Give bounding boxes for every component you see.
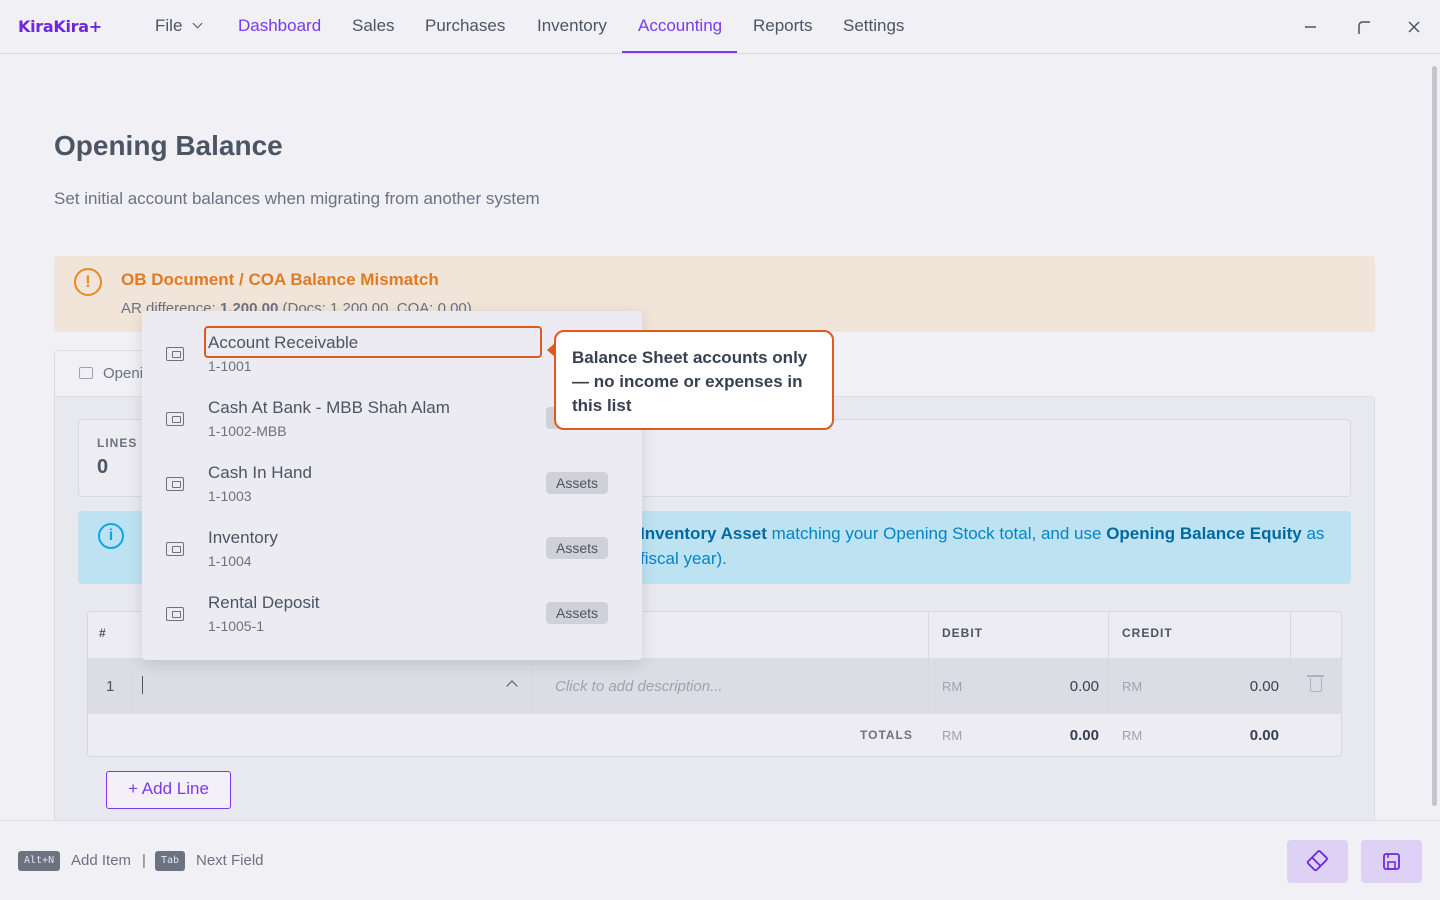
column-divider: [1108, 658, 1109, 714]
minimize-button[interactable]: [1300, 16, 1322, 38]
info-bold-2: Opening Balance Equity: [1106, 524, 1302, 543]
clear-button[interactable]: [1287, 840, 1348, 883]
debit-currency: RM: [942, 679, 963, 694]
option-name: Cash At Bank - MBB Shah Alam: [208, 398, 450, 417]
option-name: Cash In Hand: [208, 463, 312, 482]
maximize-button[interactable]: [1353, 16, 1375, 38]
close-icon: [1408, 21, 1420, 33]
shortcut-separator: |: [142, 852, 146, 869]
save-icon: [1383, 853, 1400, 870]
top-bar: KiraKira+ File Dashboard Sales Purchases…: [0, 0, 1440, 54]
account-option[interactable]: Rental Deposit 1-1005-1 Assets: [142, 585, 642, 650]
menu-reports[interactable]: Reports: [753, 16, 813, 54]
account-option[interactable]: Inventory 1-1004 Assets: [142, 520, 642, 585]
footer-bar: Alt+N Add Item | Tab Next Field: [0, 820, 1440, 900]
option-code: 1-1002-MBB: [208, 423, 287, 439]
shortcut-key-tab: Tab: [155, 851, 186, 871]
menu-accounting[interactable]: Accounting: [638, 16, 722, 54]
minimize-icon: [1305, 26, 1316, 28]
page-title: Opening Balance: [54, 130, 283, 161]
description-input[interactable]: Click to add description...: [555, 678, 723, 695]
totals-debit: 0.00: [1069, 727, 1099, 744]
lines-value: 0: [97, 456, 109, 478]
add-line-button[interactable]: + Add Line: [106, 771, 231, 809]
wallet-icon: [166, 542, 184, 556]
shortcut-label-next-field: Next Field: [196, 852, 264, 869]
menu-dashboard[interactable]: Dashboard: [238, 16, 321, 54]
warning-title: OB Document / COA Balance Mismatch: [121, 270, 439, 289]
info-bold-1: Inventory Asset: [640, 524, 767, 543]
callout-arrow: [547, 343, 555, 357]
totals-debit-currency: RM: [942, 728, 963, 743]
wallet-icon: [166, 607, 184, 621]
warning-icon: !: [74, 268, 102, 296]
close-button[interactable]: [1403, 16, 1425, 38]
scrollbar[interactable]: [1429, 56, 1439, 820]
info-line-1: Inventory Asset matching your Opening St…: [640, 524, 1324, 544]
menu-settings[interactable]: Settings: [843, 16, 904, 54]
totals-label: TOTALS: [860, 728, 913, 742]
page-subtitle: Set initial account balances when migrat…: [54, 189, 540, 208]
active-tab-indicator: [622, 51, 737, 53]
wallet-icon: [166, 477, 184, 491]
option-code: 1-1005-1: [208, 618, 265, 634]
shortcut-key-alt-n: Alt+N: [18, 851, 61, 871]
column-divider: [132, 658, 133, 714]
chevron-up-icon[interactable]: [506, 680, 518, 692]
wallet-icon: [166, 412, 184, 426]
account-input-caret[interactable]: [142, 676, 143, 694]
shortcut-label-add-item: Add Item: [71, 852, 132, 869]
document-icon: [79, 367, 93, 379]
eraser-icon: [1306, 850, 1328, 872]
option-code: 1-1004: [208, 553, 252, 569]
option-name: Rental Deposit: [208, 593, 320, 612]
chevron-down-icon: [192, 18, 203, 29]
trash-icon[interactable]: [1307, 675, 1324, 692]
account-option[interactable]: Cash In Hand 1-1003 Assets: [142, 455, 642, 520]
save-button[interactable]: [1361, 840, 1422, 883]
tooltip-callout: Balance Sheet accounts only — no income …: [547, 330, 834, 430]
totals-credit: 0.00: [1249, 727, 1279, 744]
totals-credit-currency: RM: [1122, 728, 1143, 743]
menu-sales[interactable]: Sales: [352, 16, 395, 54]
info-icon: i: [98, 523, 124, 549]
option-code: 1-1001: [208, 358, 252, 374]
header-number: #: [99, 626, 107, 640]
option-name: Inventory: [208, 528, 278, 547]
table-row: 1 Click to add description... RM 0.00 RM…: [88, 658, 1341, 714]
credit-currency: RM: [1122, 679, 1143, 694]
column-divider: [928, 658, 929, 714]
info-line-2: fiscal year).: [640, 549, 727, 568]
lines-label: LINES: [97, 436, 138, 450]
info-text-1: matching your Opening Stock total, and u…: [766, 524, 1107, 543]
debit-input[interactable]: 0.00: [1019, 678, 1099, 695]
column-divider: [1290, 658, 1291, 714]
menu-file[interactable]: File: [155, 16, 203, 54]
wallet-icon: [166, 347, 184, 361]
callout-text: Balance Sheet accounts only — no income …: [572, 348, 808, 415]
header-debit: DEBIT: [942, 626, 983, 640]
column-divider: [532, 658, 533, 714]
restore-icon: [1358, 21, 1370, 34]
highlight-annotation: [204, 326, 542, 358]
info-text-2: as: [1301, 524, 1325, 543]
menu-purchases[interactable]: Purchases: [425, 16, 505, 54]
menu-inventory[interactable]: Inventory: [537, 16, 607, 54]
account-type-badge: Assets: [546, 472, 609, 494]
account-type-badge: Assets: [546, 537, 609, 559]
header-credit: CREDIT: [1122, 626, 1173, 640]
menu-file-label: File: [155, 16, 183, 35]
option-code: 1-1003: [208, 488, 252, 504]
account-type-badge: Assets: [546, 602, 609, 624]
credit-input[interactable]: 0.00: [1199, 678, 1279, 695]
scrollbar-thumb[interactable]: [1432, 66, 1437, 806]
app-logo: KiraKira+: [18, 17, 102, 36]
row-index: 1: [106, 678, 115, 695]
